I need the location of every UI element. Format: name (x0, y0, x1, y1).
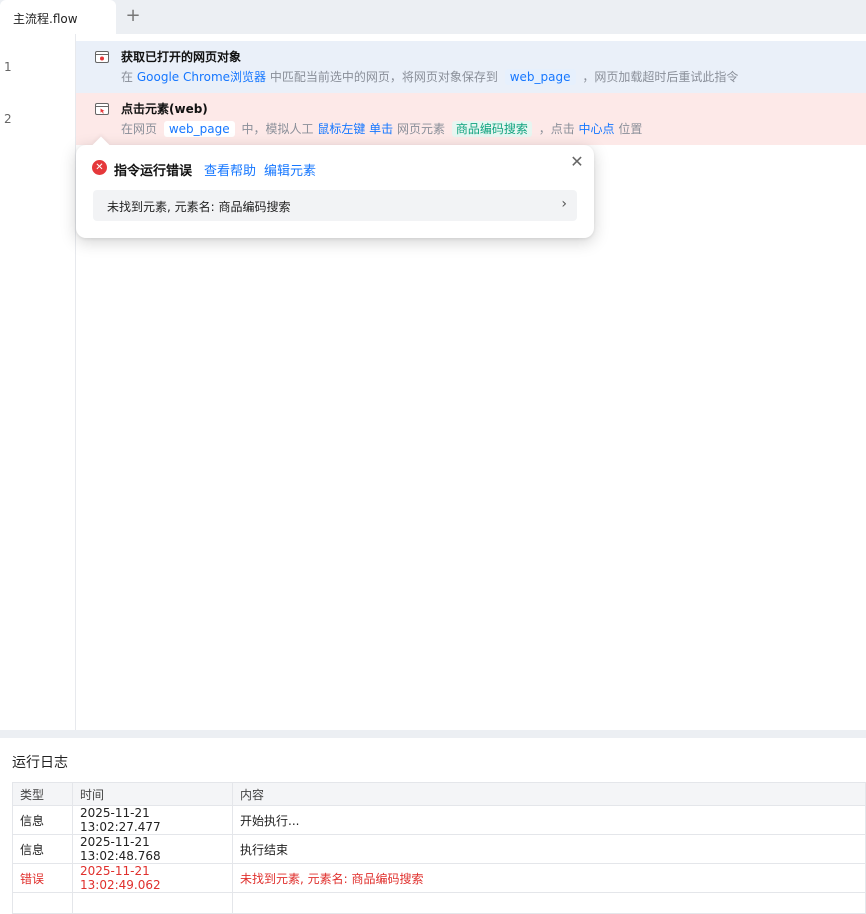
click-element-icon (95, 103, 109, 115)
error-title: 指令运行错误 (114, 164, 193, 179)
variable-web-page[interactable]: web_page (504, 69, 576, 85)
click-position-param[interactable]: 中心点 (579, 122, 615, 136)
tab-label: 主流程.flow (13, 12, 78, 26)
step-get-webpage[interactable]: 获取已打开的网页对象 在 Google Chrome浏览器 中匹配当前选中的网页… (76, 41, 866, 93)
log-row-empty (12, 892, 866, 914)
step-description: 在 Google Chrome浏览器 中匹配当前选中的网页，将网页对象保存到 w… (121, 68, 738, 85)
desc-text: 位置 (618, 122, 643, 136)
log-content: 开始执行... (232, 805, 866, 835)
log-type: 错误 (12, 863, 73, 893)
line-gutter: 1 2 (0, 34, 76, 730)
tab-main-flow[interactable]: 主流程.flow (0, 0, 116, 34)
desc-text: 在 (121, 70, 134, 84)
desc-text: 中，模拟人工 (241, 122, 314, 136)
line-number: 2 (4, 112, 12, 126)
desc-text: 中匹配当前选中的网页，将网页对象保存到 (269, 70, 498, 84)
error-popover: ✕ 指令运行错误 查看帮助 编辑元素 ✕ 未找到元素, 元素名: 商品编码搜索 … (76, 136, 594, 238)
log-row[interactable]: 信息 2025-11-21 13:02:48.768 执行结束 (12, 834, 866, 864)
empty-cell (12, 892, 73, 914)
log-content: 执行结束 (232, 834, 866, 864)
empty-cell (72, 892, 233, 914)
step-title: 点击元素(web) (121, 102, 208, 116)
column-header-type[interactable]: 类型 (12, 782, 73, 806)
log-table: 类型 时间 内容 信息 2025-11-21 13:02:27.477 开始执行… (12, 782, 866, 914)
line-number: 1 (4, 60, 12, 74)
browser-icon (95, 51, 109, 63)
tab-bar: 主流程.flow + (0, 0, 866, 34)
desc-text: 在网页 (121, 122, 158, 136)
click-type-param[interactable]: 单击 (369, 122, 393, 136)
log-header-row: 类型 时间 内容 (12, 782, 866, 806)
edit-element-link[interactable]: 编辑元素 (264, 160, 316, 179)
variable-web-page[interactable]: web_page (163, 121, 235, 137)
log-panel-title: 运行日志 (12, 755, 68, 771)
step-description: 在网页 web_page 中，模拟人工 鼠标左键 单击 网页元素 商品编码搜索 … (121, 120, 642, 137)
log-content: 未找到元素, 元素名: 商品编码搜索 (232, 863, 866, 893)
log-type: 信息 (12, 834, 73, 864)
desc-text: ，网页加载超时后重试此指令 (582, 70, 739, 84)
element-param[interactable]: 商品编码搜索 (451, 121, 532, 137)
column-header-time[interactable]: 时间 (72, 782, 233, 806)
close-icon[interactable]: ✕ (568, 153, 586, 171)
column-header-content[interactable]: 内容 (232, 782, 866, 806)
add-tab-icon[interactable]: + (124, 7, 142, 25)
desc-text: 网页元素 (397, 122, 446, 136)
log-time: 2025-11-21 13:02:27.477 (72, 805, 233, 835)
browser-param[interactable]: Google Chrome浏览器 (137, 70, 266, 84)
empty-cell (232, 892, 866, 914)
step-title: 获取已打开的网页对象 (121, 50, 242, 64)
chevron-right-icon: › (561, 196, 567, 212)
log-time: 2025-11-21 13:02:48.768 (72, 834, 233, 864)
step-click-element[interactable]: 点击元素(web) 在网页 web_page 中，模拟人工 鼠标左键 单击 网页… (76, 93, 866, 145)
desc-text: ，点击 (538, 122, 575, 136)
view-help-link[interactable]: 查看帮助 (204, 160, 256, 179)
log-row-error[interactable]: 错误 2025-11-21 13:02:49.062 未找到元素, 元素名: 商… (12, 863, 866, 893)
panel-divider[interactable] (0, 730, 866, 738)
log-row[interactable]: 信息 2025-11-21 13:02:27.477 开始执行... (12, 805, 866, 835)
mouse-button-param[interactable]: 鼠标左键 (317, 122, 365, 136)
error-message-row[interactable]: 未找到元素, 元素名: 商品编码搜索 › (93, 190, 577, 221)
error-message: 未找到元素, 元素名: 商品编码搜索 (107, 200, 291, 214)
log-type: 信息 (12, 805, 73, 835)
log-time: 2025-11-21 13:02:49.062 (72, 863, 233, 893)
error-icon: ✕ (92, 160, 107, 175)
